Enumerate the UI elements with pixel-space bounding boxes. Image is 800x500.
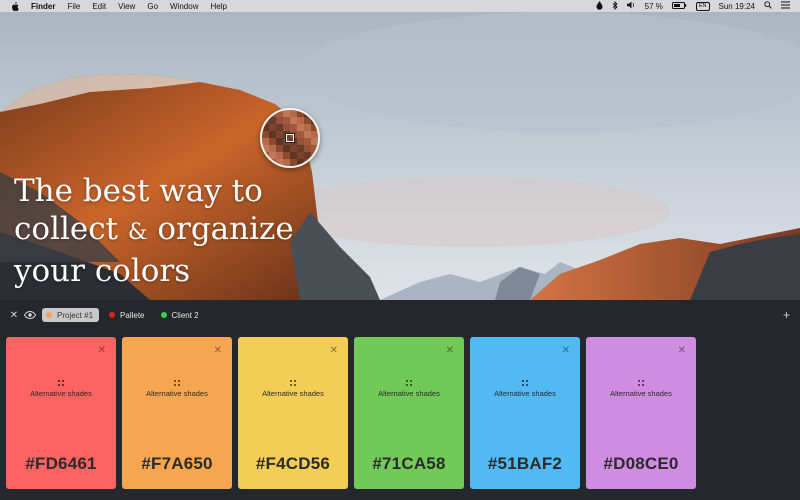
alternative-shades-label[interactable]: Alternative shades (238, 389, 348, 398)
tab-project-1[interactable]: Project #1 (42, 308, 100, 322)
headline-line-2: collect & organize (14, 210, 294, 252)
tab-color-dot (109, 312, 116, 318)
eye-icon[interactable] (24, 310, 36, 320)
tab-client-2[interactable]: Client 2 (157, 308, 205, 322)
shades-grid-icon[interactable] (58, 380, 64, 386)
alternative-shades-label[interactable]: Alternative shades (122, 389, 232, 398)
color-swatch-card[interactable]: ✕ Alternative shades #71CA58 (354, 337, 464, 489)
headline-word-organize: organize (157, 211, 294, 247)
battery-icon[interactable] (671, 1, 687, 11)
remove-swatch-icon[interactable]: ✕ (678, 345, 686, 356)
menu-app-name[interactable]: Finder (31, 2, 55, 11)
menu-view[interactable]: View (118, 2, 135, 11)
tab-label: Pallete (120, 310, 145, 320)
menu-file[interactable]: File (67, 2, 80, 11)
hex-code[interactable]: #51BAF2 (470, 454, 580, 474)
color-swatch-card[interactable]: ✕ Alternative shades #F7A650 (122, 337, 232, 489)
remove-swatch-icon[interactable]: ✕ (562, 345, 570, 356)
remove-swatch-icon[interactable]: ✕ (214, 345, 222, 356)
color-swatch-card[interactable]: ✕ Alternative shades #51BAF2 (470, 337, 580, 489)
apple-logo-icon[interactable] (10, 1, 19, 11)
status-area: 57 % EN Sun 19:24 (596, 0, 790, 12)
tab-pallete[interactable]: Pallete (105, 308, 150, 322)
hero-headline: The best way to collect & organize your … (14, 172, 294, 290)
clock[interactable]: Sun 19:24 (719, 2, 755, 11)
shades-grid-icon[interactable] (638, 380, 644, 386)
spotlight-icon[interactable] (764, 1, 772, 11)
add-palette-button[interactable]: + (783, 308, 790, 322)
close-icon[interactable]: ✕ (9, 310, 19, 321)
hero-background: The best way to collect & organize your … (0, 12, 800, 300)
headline-ampersand: & (127, 220, 148, 245)
hex-code[interactable]: #FD6461 (6, 454, 116, 474)
tab-label: Client 2 (171, 310, 199, 320)
shades-grid-icon[interactable] (174, 380, 180, 386)
shades-grid-icon[interactable] (522, 380, 528, 386)
hex-code[interactable]: #71CA58 (354, 454, 464, 474)
hex-code[interactable]: #F7A650 (122, 454, 232, 474)
shades-grid-icon[interactable] (290, 380, 296, 386)
menu-window[interactable]: Window (170, 2, 198, 11)
color-swatch-card[interactable]: ✕ Alternative shades #D08CE0 (586, 337, 696, 489)
remove-swatch-icon[interactable]: ✕ (98, 345, 106, 356)
tab-label: Project #1 (57, 310, 94, 320)
remove-swatch-icon[interactable]: ✕ (446, 345, 454, 356)
loupe-crosshair (285, 133, 295, 143)
palette-toolbar: ✕ Project #1 Pallete Client 2 + (0, 300, 800, 330)
palette-panel: ✕ Project #1 Pallete Client 2 + ✕ Alterna… (0, 300, 800, 500)
alternative-shades-label[interactable]: Alternative shades (354, 389, 464, 398)
headline-word-collect: collect (14, 211, 119, 247)
hex-code[interactable]: #F4CD56 (238, 454, 348, 474)
menu-edit[interactable]: Edit (92, 2, 106, 11)
color-swatch-card[interactable]: ✕ Alternative shades #FD6461 (6, 337, 116, 489)
menu-help[interactable]: Help (210, 2, 226, 11)
headline-line-3: your colors (14, 253, 191, 289)
notification-center-icon[interactable] (781, 1, 790, 11)
alternative-shades-label[interactable]: Alternative shades (6, 389, 116, 398)
shades-grid-icon[interactable] (406, 380, 412, 386)
alternative-shades-label[interactable]: Alternative shades (586, 389, 696, 398)
headline-line-1: The best way to (14, 173, 263, 209)
alternative-shades-label[interactable]: Alternative shades (470, 389, 580, 398)
tab-color-dot (46, 312, 52, 318)
hex-code[interactable]: #D08CE0 (586, 454, 696, 474)
remove-swatch-icon[interactable]: ✕ (330, 345, 338, 356)
menu-go[interactable]: Go (147, 2, 158, 11)
menu-bar: Finder File Edit View Go Window Help 57 … (0, 0, 800, 12)
tab-color-dot (160, 312, 167, 318)
swatch-list: ✕ Alternative shades #FD6461 ✕ Alternative s… (6, 337, 696, 489)
volume-icon[interactable] (626, 1, 636, 11)
battery-percent: 57 % (644, 1, 663, 11)
color-picker-loupe[interactable] (260, 108, 320, 168)
input-source-badge[interactable]: EN (695, 1, 710, 11)
droplet-icon[interactable] (596, 0, 603, 12)
bluetooth-icon[interactable] (612, 0, 618, 12)
color-swatch-card[interactable]: ✕ Alternative shades #F4CD56 (238, 337, 348, 489)
